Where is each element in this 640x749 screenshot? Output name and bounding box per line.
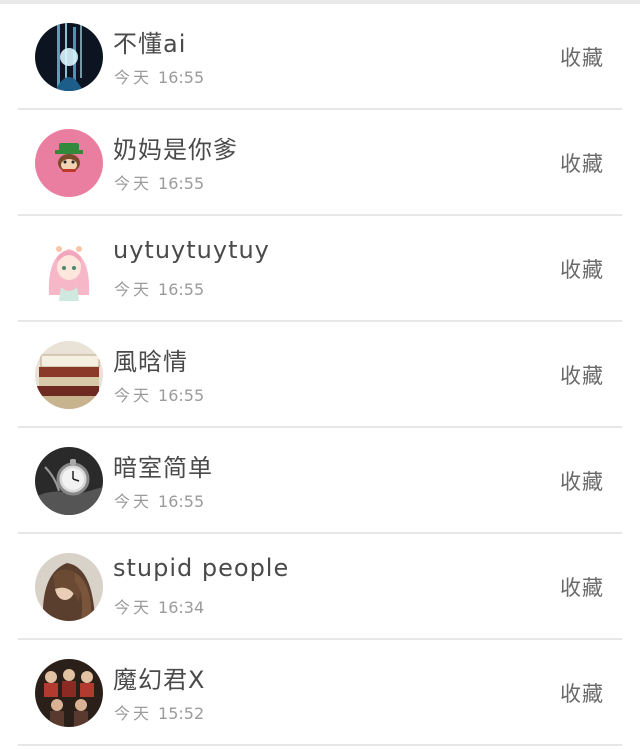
avatar-image-icon	[35, 23, 103, 91]
timestamp-day: 今天	[114, 704, 153, 723]
timestamp-time: 16:55	[158, 280, 205, 299]
row-divider	[18, 744, 622, 746]
list-item[interactable]: 不懂ai 今天 16:55 收藏	[0, 4, 640, 110]
timestamp-day: 今天	[114, 386, 153, 405]
avatar-image-icon	[35, 659, 103, 727]
timestamp-day: 今天	[114, 174, 153, 193]
timestamp-time: 16:55	[158, 68, 205, 87]
timestamp-time: 15:52	[158, 704, 205, 723]
favorite-button[interactable]: 收藏	[560, 254, 604, 284]
avatar-image-icon	[35, 341, 103, 409]
avatar[interactable]	[35, 235, 103, 303]
timestamp-time: 16:34	[158, 598, 205, 617]
timestamp: 今天 16:55	[114, 276, 204, 300]
avatar-image-icon	[35, 129, 103, 197]
timestamp: 今天 16:55	[114, 382, 204, 406]
contact-name: 奶妈是你爹	[113, 136, 238, 164]
avatar-image-icon	[35, 553, 103, 621]
avatar[interactable]	[35, 129, 103, 197]
contact-name: 風晗情	[113, 348, 188, 376]
favorite-button[interactable]: 收藏	[560, 466, 604, 496]
favorite-button[interactable]: 收藏	[560, 572, 604, 602]
favorite-button[interactable]: 收藏	[560, 678, 604, 708]
list-item[interactable]: uytuytuytuy 今天 16:55 收藏	[0, 216, 640, 322]
avatar[interactable]	[35, 659, 103, 727]
avatar[interactable]	[35, 553, 103, 621]
timestamp: 今天 16:34	[114, 594, 204, 618]
timestamp-day: 今天	[114, 492, 153, 511]
timestamp-day: 今天	[114, 598, 153, 617]
avatar-image-icon	[35, 447, 103, 515]
avatar[interactable]	[35, 23, 103, 91]
favorite-button[interactable]: 收藏	[560, 148, 604, 178]
contact-name: 魔幻君X	[113, 666, 206, 694]
timestamp-time: 16:55	[158, 386, 205, 405]
timestamp: 今天 16:55	[114, 488, 204, 512]
list-item[interactable]: 風晗情 今天 16:55 收藏	[0, 322, 640, 428]
contact-name: uytuytuytuy	[113, 236, 270, 264]
contact-name: 不懂ai	[113, 30, 187, 58]
favorites-list: 不懂ai 今天 16:55 收藏 奶妈是你爹 今天 16:55 收藏 uytuy…	[0, 4, 640, 746]
avatar-image-icon	[35, 235, 103, 303]
avatar[interactable]	[35, 447, 103, 515]
contact-name: stupid people	[113, 554, 290, 582]
list-item[interactable]: stupid people 今天 16:34 收藏	[0, 534, 640, 640]
favorite-button[interactable]: 收藏	[560, 360, 604, 390]
list-item[interactable]: 魔幻君X 今天 15:52 收藏	[0, 640, 640, 746]
favorite-button[interactable]: 收藏	[560, 42, 604, 72]
timestamp: 今天 16:55	[114, 64, 204, 88]
timestamp-time: 16:55	[158, 492, 205, 511]
timestamp: 今天 16:55	[114, 170, 204, 194]
timestamp-day: 今天	[114, 280, 153, 299]
timestamp-time: 16:55	[158, 174, 205, 193]
list-item[interactable]: 暗室简单 今天 16:55 收藏	[0, 428, 640, 534]
list-item[interactable]: 奶妈是你爹 今天 16:55 收藏	[0, 110, 640, 216]
contact-name: 暗室简单	[113, 454, 213, 482]
avatar[interactable]	[35, 341, 103, 409]
timestamp-day: 今天	[114, 68, 153, 87]
timestamp: 今天 15:52	[114, 700, 204, 724]
